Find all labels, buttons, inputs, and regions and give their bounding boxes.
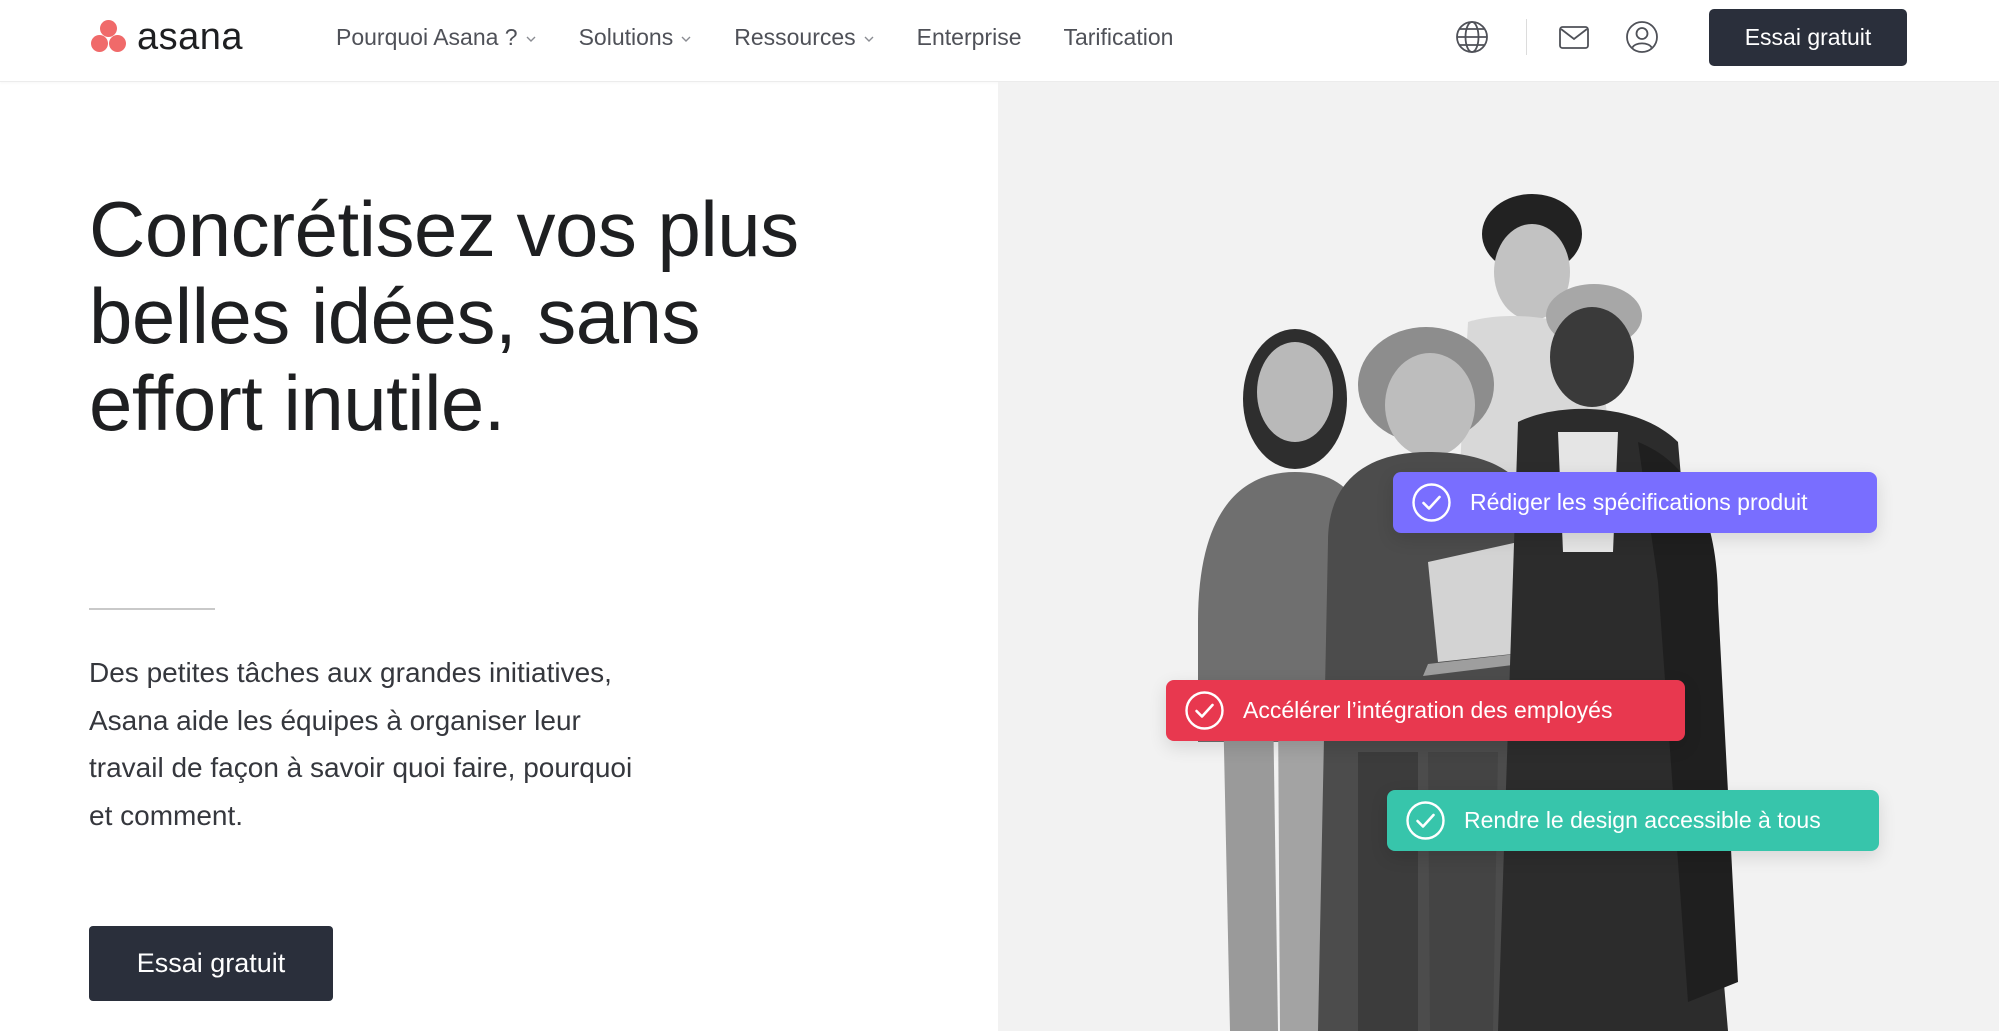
header-free-trial-button[interactable]: Essai gratuit [1709, 9, 1907, 66]
chevron-down-icon [864, 36, 874, 42]
globe-icon[interactable] [1454, 19, 1490, 55]
site-header: asana Pourquoi Asana ? Solutions Ressour… [0, 0, 1999, 82]
asana-logo[interactable]: asana [89, 17, 243, 57]
chevron-down-icon [526, 36, 536, 42]
check-circle-icon [1185, 691, 1224, 730]
hero-free-trial-button[interactable]: Essai gratuit [89, 926, 333, 1001]
task-label: Rédiger les spécifications produit [1470, 489, 1808, 515]
nav-item-enterprise[interactable]: Enterprise [917, 24, 1022, 51]
mail-icon[interactable] [1556, 19, 1592, 55]
task-label: Accélérer l’intégration des employés [1243, 697, 1613, 723]
hero-divider [89, 608, 215, 610]
nav-item-ressources[interactable]: Ressources [734, 24, 874, 51]
asana-logo-wordmark: asana [137, 16, 244, 58]
nav-item-solutions[interactable]: Solutions [579, 24, 693, 51]
task-pill-integration[interactable]: Accélérer l’intégration des employés [1166, 680, 1685, 741]
task-pill-design[interactable]: Rendre le design accessible à tous [1387, 790, 1879, 851]
nav-item-pourquoi-asana[interactable]: Pourquoi Asana ? [336, 24, 537, 51]
hero-title: Concrétisez vos plus belles idées, sans … [89, 185, 799, 447]
hero-subtitle: Des petites tâches aux grandes initiativ… [89, 657, 633, 831]
check-circle-icon [1406, 801, 1445, 840]
header-divider [1526, 19, 1527, 55]
chevron-down-icon [681, 36, 691, 42]
asana-logo-mark [89, 17, 129, 57]
user-icon[interactable] [1624, 19, 1660, 55]
check-circle-icon [1412, 483, 1451, 522]
task-pill-specifications[interactable]: Rédiger les spécifications produit [1393, 472, 1877, 533]
team-photo-illustration [1198, 194, 1738, 1031]
hero-photo [998, 82, 1999, 1031]
task-label: Rendre le design accessible à tous [1464, 807, 1821, 833]
nav-item-tarification[interactable]: Tarification [1063, 24, 1173, 51]
main-nav: Pourquoi Asana ? Solutions Ressources En… [336, 0, 1215, 75]
